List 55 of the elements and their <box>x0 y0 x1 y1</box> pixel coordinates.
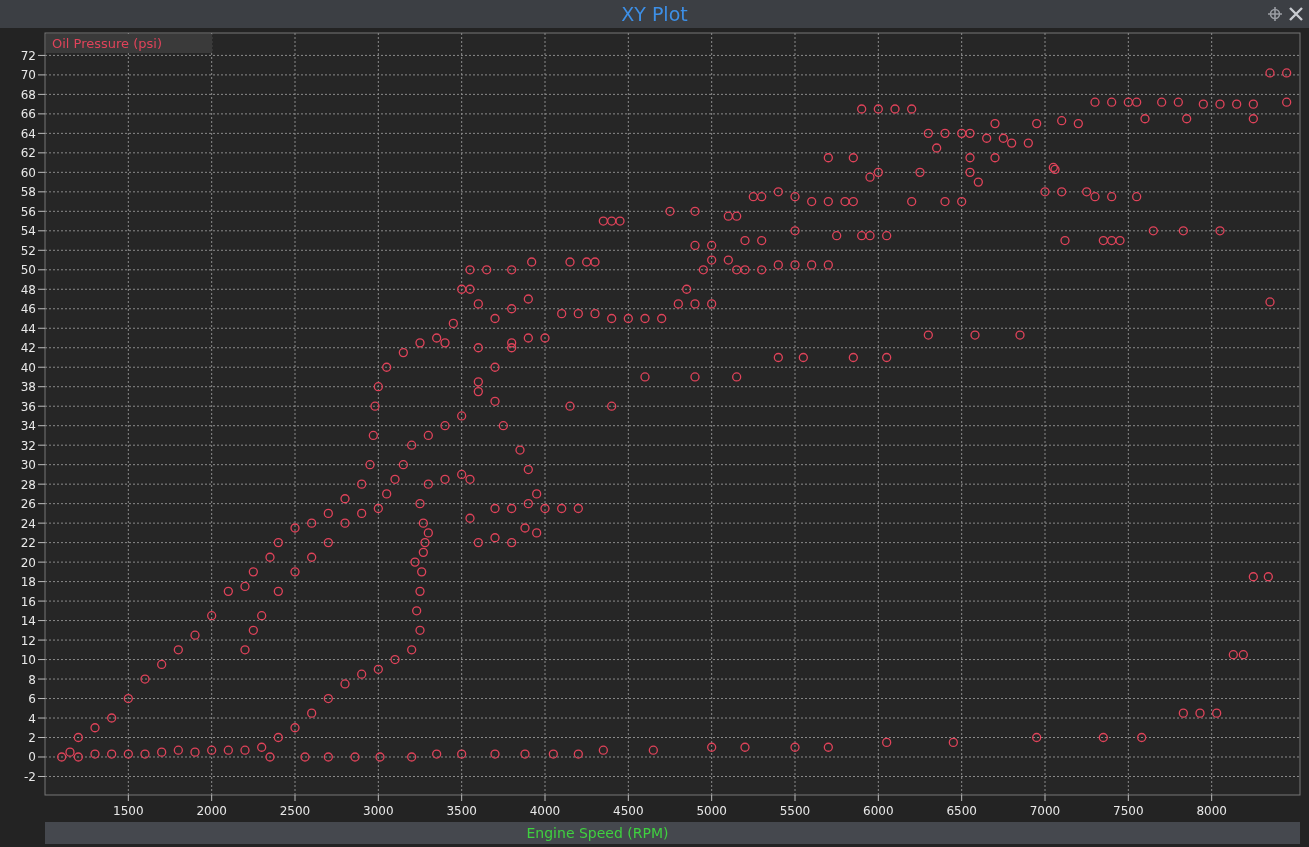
y-tick-label: 56 <box>20 204 36 219</box>
y-tick-label: 42 <box>20 341 36 356</box>
y-tick-label: 68 <box>20 87 36 102</box>
y-tick-label: 48 <box>20 282 36 297</box>
x-axis-title: Engine Speed (RPM) <box>526 824 669 843</box>
y-tick-label: 72 <box>20 48 36 63</box>
y-tick-label: 28 <box>20 477 36 492</box>
x-tick-label: 2000 <box>196 804 227 818</box>
y-tick-label: 12 <box>20 633 36 648</box>
y-tick-label: 8 <box>28 672 36 687</box>
y-tick-label: 40 <box>20 360 36 375</box>
y-tick-label: 58 <box>20 185 36 200</box>
y-tick-label: 66 <box>20 107 36 122</box>
x-tick-label: 6500 <box>946 804 977 818</box>
y-tick-label: 64 <box>20 126 36 141</box>
y-tick-label: 70 <box>20 68 36 83</box>
y-tick-label: 18 <box>20 575 36 590</box>
y-tick-label: 32 <box>20 438 36 453</box>
y-tick-label: 26 <box>20 497 36 512</box>
y-tick-label: 22 <box>20 536 36 551</box>
x-tick-label: 4000 <box>529 804 561 818</box>
y-tick-label: 54 <box>20 224 36 239</box>
y-tick-label: 20 <box>20 555 36 570</box>
y-tick-label: 14 <box>20 614 36 629</box>
y-tick-label: 34 <box>20 419 36 434</box>
x-tick-label: 1500 <box>113 804 144 818</box>
x-tick-label: 2500 <box>279 804 311 818</box>
y-tick-label: 6 <box>28 692 36 707</box>
x-tick-label: 5500 <box>779 804 811 818</box>
y-tick-label: 30 <box>20 458 36 473</box>
window-title: XY Plot <box>621 3 688 25</box>
y-tick-label: 10 <box>20 653 36 668</box>
x-tick-label: 3000 <box>363 804 394 818</box>
x-tick-label: 5000 <box>696 804 727 818</box>
y-tick-label: 36 <box>20 399 36 414</box>
x-tick-label: 7000 <box>1029 804 1061 818</box>
x-tick-label: 8000 <box>1196 804 1227 818</box>
y-tick-label: 0 <box>28 750 36 765</box>
y-tick-label: 62 <box>20 146 36 161</box>
y-tick-label: 2 <box>28 731 36 745</box>
y-tick-label: 16 <box>20 594 36 609</box>
x-tick-label: 7500 <box>1113 804 1144 818</box>
x-tick-label: 6000 <box>863 804 894 818</box>
y-tick-label: 4 <box>28 711 36 726</box>
x-tick-label: 3500 <box>446 804 477 818</box>
y-tick-label: 38 <box>20 380 36 395</box>
y-tick-label: 60 <box>20 165 36 180</box>
y-tick-label: 24 <box>20 516 36 531</box>
y-tick-label: 46 <box>20 302 36 317</box>
y-tick-label: 44 <box>20 321 36 336</box>
x-tick-label: 4500 <box>613 804 644 818</box>
y-tick-label: -2 <box>24 770 36 784</box>
y-tick-label: 50 <box>20 263 36 278</box>
y-tick-label: 52 <box>20 243 36 258</box>
legend-label: Oil Pressure (psi) <box>46 34 212 53</box>
